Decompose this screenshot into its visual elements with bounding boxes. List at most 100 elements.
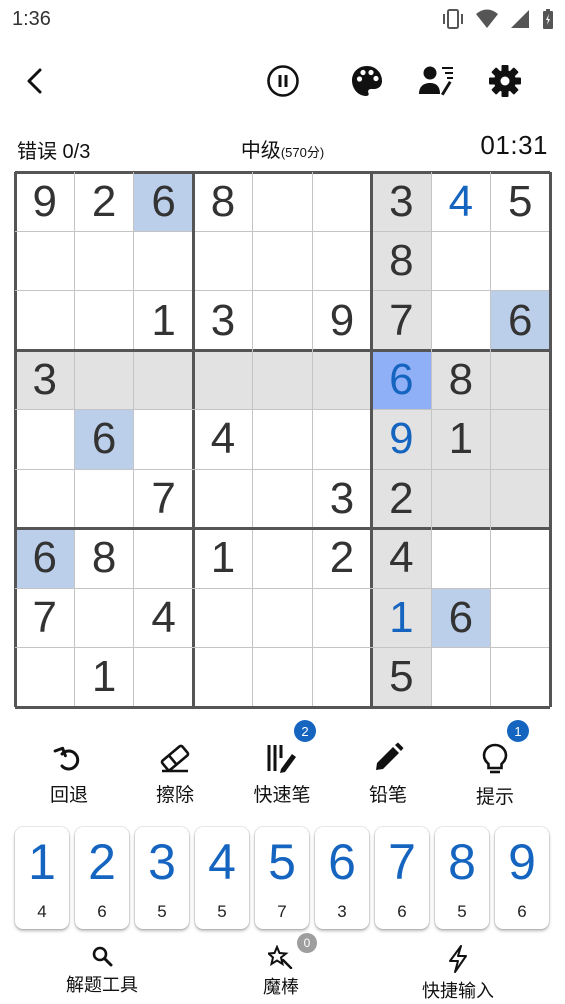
- sudoku-cell[interactable]: [431, 290, 491, 351]
- sudoku-cell[interactable]: [74, 231, 134, 291]
- sudoku-cell[interactable]: [312, 350, 372, 410]
- sudoku-cell[interactable]: 6: [133, 172, 194, 232]
- hint-button[interactable]: 1 提示: [445, 720, 545, 809]
- sudoku-cell[interactable]: 6: [431, 588, 491, 648]
- sudoku-cell[interactable]: [133, 528, 194, 589]
- sudoku-cell[interactable]: 8: [193, 172, 253, 232]
- sudoku-cell[interactable]: [312, 409, 372, 470]
- sudoku-cell[interactable]: 6: [371, 350, 432, 410]
- sudoku-cell[interactable]: [193, 647, 253, 707]
- sudoku-cell[interactable]: [193, 231, 253, 291]
- sudoku-cell[interactable]: [431, 528, 491, 589]
- sudoku-cell[interactable]: 2: [74, 172, 134, 232]
- sudoku-cell[interactable]: 3: [193, 290, 253, 351]
- sudoku-cell[interactable]: [312, 231, 372, 291]
- sudoku-cell[interactable]: [133, 350, 194, 410]
- pause-button[interactable]: [257, 55, 309, 107]
- sudoku-cell[interactable]: 9: [15, 172, 75, 232]
- number-key-6[interactable]: 63: [315, 827, 369, 929]
- sudoku-cell[interactable]: [133, 231, 194, 291]
- sudoku-cell[interactable]: 6: [15, 528, 75, 589]
- sudoku-cell[interactable]: [133, 409, 194, 470]
- sudoku-cell[interactable]: [490, 469, 550, 529]
- sudoku-cell[interactable]: 3: [371, 172, 432, 232]
- number-key-5[interactable]: 57: [255, 827, 309, 929]
- sudoku-cell[interactable]: [252, 290, 313, 351]
- sudoku-cell[interactable]: 7: [133, 469, 194, 529]
- number-key-9[interactable]: 96: [495, 827, 549, 929]
- sudoku-cell[interactable]: 3: [312, 469, 372, 529]
- sudoku-cell[interactable]: 1: [74, 647, 134, 707]
- sudoku-cell[interactable]: 5: [490, 172, 550, 232]
- sudoku-cell[interactable]: 7: [15, 588, 75, 648]
- sudoku-cell[interactable]: [431, 231, 491, 291]
- sudoku-cell[interactable]: 7: [371, 290, 432, 351]
- sudoku-cell[interactable]: [252, 469, 313, 529]
- sudoku-cell[interactable]: [193, 588, 253, 648]
- sudoku-cell[interactable]: 1: [193, 528, 253, 589]
- sudoku-cell[interactable]: [252, 409, 313, 470]
- sudoku-cell[interactable]: [193, 469, 253, 529]
- sudoku-cell[interactable]: [490, 588, 550, 648]
- sudoku-cell[interactable]: [490, 350, 550, 410]
- sudoku-cell[interactable]: 2: [371, 469, 432, 529]
- profile-button[interactable]: [410, 55, 462, 107]
- sudoku-cell[interactable]: [490, 409, 550, 470]
- sudoku-cell[interactable]: [312, 588, 372, 648]
- number-key-4[interactable]: 45: [195, 827, 249, 929]
- sudoku-cell[interactable]: [431, 647, 491, 707]
- sudoku-cell[interactable]: 1: [371, 588, 432, 648]
- magic-wand-button[interactable]: 0 魔棒: [263, 933, 317, 999]
- erase-button[interactable]: 擦除: [125, 742, 225, 807]
- sudoku-cell[interactable]: [312, 172, 372, 232]
- pencil-button[interactable]: 铅笔: [338, 742, 438, 807]
- settings-button[interactable]: [479, 55, 531, 107]
- sudoku-cell[interactable]: 3: [15, 350, 75, 410]
- sudoku-cell[interactable]: 8: [371, 231, 432, 291]
- sudoku-cell[interactable]: [15, 231, 75, 291]
- number-key-3[interactable]: 35: [135, 827, 189, 929]
- sudoku-cell[interactable]: [431, 469, 491, 529]
- sudoku-cell[interactable]: 4: [371, 528, 432, 589]
- sudoku-cell[interactable]: [312, 647, 372, 707]
- quick-pencil-button[interactable]: 2 快速笔: [232, 720, 332, 807]
- sudoku-cell[interactable]: [252, 350, 313, 410]
- sudoku-cell[interactable]: [252, 172, 313, 232]
- sudoku-cell[interactable]: [15, 409, 75, 470]
- sudoku-cell[interactable]: [74, 350, 134, 410]
- sudoku-cell[interactable]: [74, 469, 134, 529]
- sudoku-cell[interactable]: [74, 290, 134, 351]
- sudoku-cell[interactable]: [252, 647, 313, 707]
- sudoku-cell[interactable]: 4: [133, 588, 194, 648]
- sudoku-cell[interactable]: 6: [490, 290, 550, 351]
- sudoku-cell[interactable]: 1: [431, 409, 491, 470]
- sudoku-cell[interactable]: 2: [312, 528, 372, 589]
- sudoku-cell[interactable]: [133, 647, 194, 707]
- sudoku-board[interactable]: 9268345813976368649173268124741615: [13, 170, 552, 709]
- sudoku-cell[interactable]: 9: [312, 290, 372, 351]
- sudoku-cell[interactable]: 1: [133, 290, 194, 351]
- sudoku-cell[interactable]: 8: [431, 350, 491, 410]
- sudoku-cell[interactable]: [15, 647, 75, 707]
- number-key-2[interactable]: 26: [75, 827, 129, 929]
- sudoku-cell[interactable]: [252, 231, 313, 291]
- sudoku-cell[interactable]: [252, 588, 313, 648]
- sudoku-cell[interactable]: [193, 350, 253, 410]
- back-button[interactable]: [10, 55, 62, 107]
- sudoku-cell[interactable]: [252, 528, 313, 589]
- sudoku-cell[interactable]: 4: [193, 409, 253, 470]
- sudoku-cell[interactable]: [74, 588, 134, 648]
- sudoku-cell[interactable]: [490, 647, 550, 707]
- solving-tools-button[interactable]: 解题工具: [66, 945, 138, 997]
- number-key-1[interactable]: 14: [15, 827, 69, 929]
- number-key-7[interactable]: 76: [375, 827, 429, 929]
- sudoku-cell[interactable]: 5: [371, 647, 432, 707]
- sudoku-cell[interactable]: 9: [371, 409, 432, 470]
- number-key-8[interactable]: 85: [435, 827, 489, 929]
- theme-button[interactable]: [341, 55, 393, 107]
- sudoku-cell[interactable]: [490, 528, 550, 589]
- sudoku-cell[interactable]: [15, 290, 75, 351]
- sudoku-cell[interactable]: [490, 231, 550, 291]
- undo-button[interactable]: 回退: [19, 742, 119, 807]
- sudoku-cell[interactable]: 8: [74, 528, 134, 589]
